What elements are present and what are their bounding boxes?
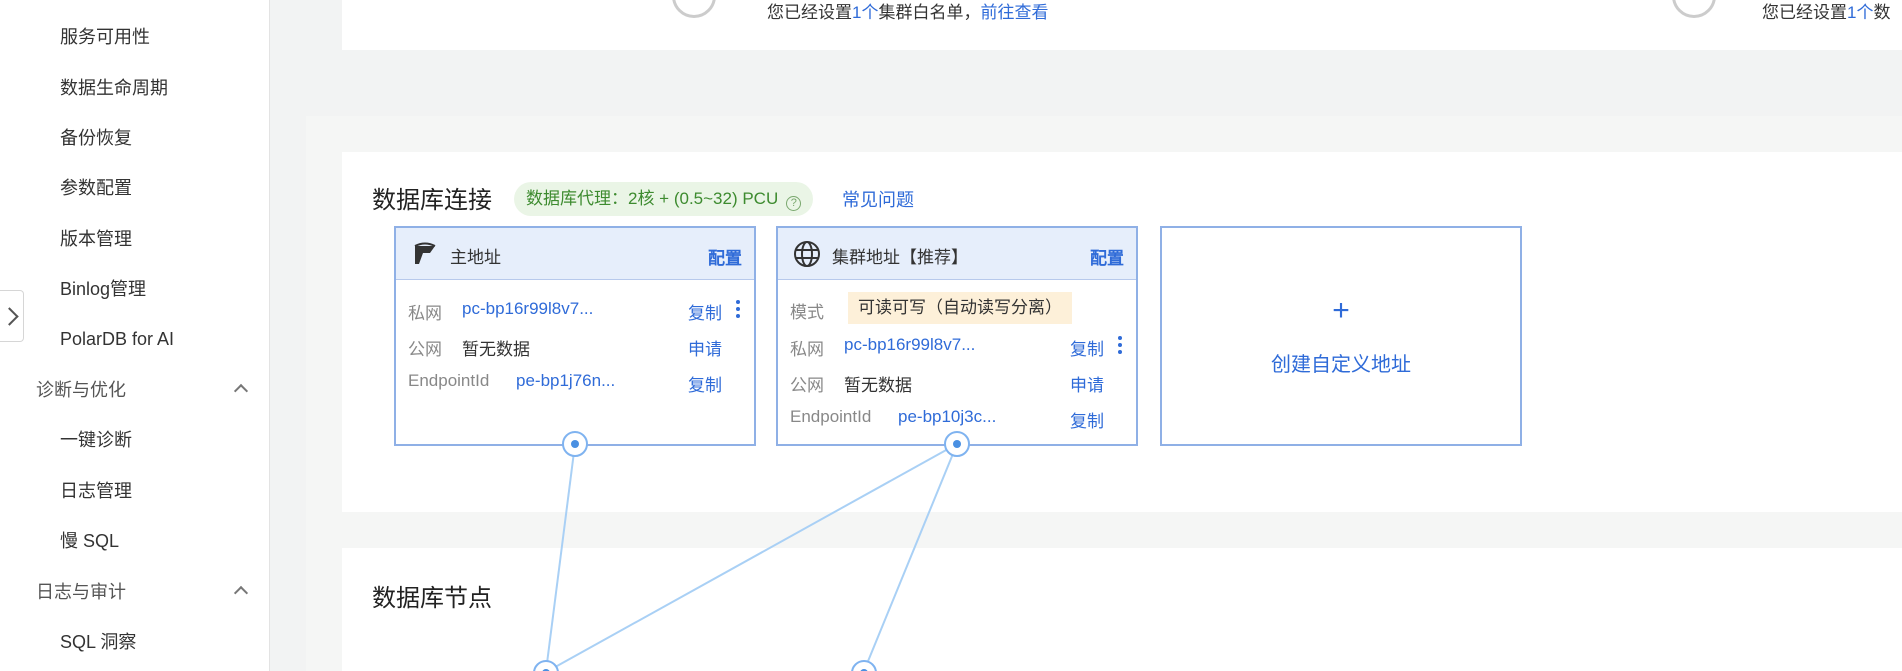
notice-text: 您已经设置 [1762, 3, 1847, 22]
user-group-icon [1672, 0, 1716, 18]
sidebar-group-diagnosis[interactable]: 诊断与优化 [36, 378, 126, 402]
endpoint-id[interactable]: pe-bp10j3c... [898, 407, 996, 427]
whitelist-panel: 您已经设置1个集群白名单，前往查看 您已经设置1个数 [342, 0, 1902, 50]
sidebar-item-one-click-diagnosis[interactable]: 一键诊断 [60, 428, 132, 452]
notice-text: 集群白名单， [878, 3, 981, 22]
sidebar-item-backup-restore[interactable]: 备份恢复 [60, 126, 132, 150]
public-address: 暂无数据 [462, 340, 530, 359]
copy-button[interactable]: 复制 [688, 299, 722, 324]
config-button[interactable]: 配置 [1090, 244, 1124, 269]
whitelist-count: 1个 [852, 3, 879, 22]
cluster-address-card: 集群地址【推荐】 配置 模式 可读可写（自动读写分离） 私网 pc-bp16r9… [776, 226, 1138, 446]
card-header: 主地址 配置 [396, 228, 754, 280]
sidebar-item-polardb-ai[interactable]: PolarDB for AI [60, 327, 174, 351]
globe-icon [794, 241, 820, 267]
apply-button[interactable]: 申请 [688, 335, 722, 360]
sidebar-item-sql-insight[interactable]: SQL 洞察 [60, 630, 136, 654]
whitelist-notice: 您已经设置1个集群白名单，前往查看 [767, 0, 1048, 23]
copy-button[interactable]: 复制 [688, 371, 722, 396]
chevron-up-icon[interactable] [233, 585, 249, 601]
mode-tag: 可读可写（自动读写分离） [848, 292, 1072, 324]
polardb-logo-icon [414, 242, 436, 264]
config-button[interactable]: 配置 [708, 244, 742, 269]
create-custom-address-button[interactable]: + 创建自定义地址 [1160, 226, 1522, 446]
endpoint-id[interactable]: pe-bp1j76n... [516, 371, 615, 391]
copy-button[interactable]: 复制 [1070, 407, 1104, 432]
nodes-title: 数据库节点 [372, 585, 492, 612]
check-circle-icon [672, 0, 716, 18]
public-address: 暂无数据 [844, 376, 912, 395]
private-label: 私网 [408, 304, 442, 323]
private-address[interactable]: pc-bp16r99l8v7... [844, 335, 975, 355]
card-title: 集群地址【推荐】 [832, 248, 968, 267]
proxy-badge-text: 数据库代理：2核 + (0.5~32) PCU [526, 189, 779, 208]
proxy-badge: 数据库代理：2核 + (0.5~32) PCU? [514, 182, 814, 216]
endpoint-label: EndpointId [408, 371, 490, 390]
connection-title: 数据库连接 [372, 187, 492, 214]
private-label: 私网 [790, 340, 824, 359]
plus-icon: + [1332, 294, 1350, 327]
apply-button[interactable]: 申请 [1070, 371, 1104, 396]
sidebar-item-slow-sql[interactable]: 慢 SQL [60, 529, 119, 553]
sidebar: 服务可用性 数据生命周期 备份恢复 参数配置 版本管理 Binlog管理 Pol… [0, 0, 270, 671]
notice-text: 数 [1873, 3, 1891, 22]
connector-anchor [562, 431, 588, 457]
primary-address-card: 主地址 配置 私网 pc-bp16r99l8v7... 复制 公网 暂无数据 申… [394, 226, 756, 446]
endpoint-label: EndpointId [790, 407, 872, 426]
sidebar-item-version[interactable]: 版本管理 [60, 227, 132, 251]
nodes-panel [342, 548, 1902, 671]
faq-link[interactable]: 常见问题 [842, 186, 914, 212]
more-icon[interactable] [1118, 336, 1122, 357]
whitelist-notice-right: 您已经设置1个数 [1762, 0, 1890, 23]
copy-button[interactable]: 复制 [1070, 335, 1104, 360]
sidebar-item-log-management[interactable]: 日志管理 [60, 479, 132, 503]
sidebar-group-audit[interactable]: 日志与审计 [36, 580, 126, 604]
sidebar-item-parameters[interactable]: 参数配置 [60, 176, 132, 200]
sidebar-item-binlog[interactable]: Binlog管理 [60, 277, 146, 301]
mode-label: 模式 [790, 303, 824, 322]
create-label: 创建自定义地址 [1271, 354, 1411, 376]
notice-count: 1个 [1847, 3, 1874, 22]
private-address[interactable]: pc-bp16r99l8v7... [462, 299, 593, 319]
view-whitelist-link[interactable]: 前往查看 [980, 3, 1048, 22]
connector-anchor [944, 431, 970, 457]
more-icon[interactable] [736, 300, 740, 321]
chevron-right-icon [0, 307, 19, 326]
card-title: 主地址 [450, 248, 501, 267]
chevron-up-icon[interactable] [233, 383, 249, 399]
question-circle-icon[interactable]: ? [786, 196, 802, 211]
sidebar-expand-button[interactable] [0, 290, 24, 342]
sidebar-item-service-availability[interactable]: 服务可用性 [60, 25, 150, 49]
notice-text: 您已经设置 [767, 3, 852, 22]
sidebar-item-data-lifecycle[interactable]: 数据生命周期 [60, 76, 168, 100]
public-label: 公网 [408, 340, 442, 359]
public-label: 公网 [790, 376, 824, 395]
card-header: 集群地址【推荐】 配置 [778, 228, 1136, 280]
